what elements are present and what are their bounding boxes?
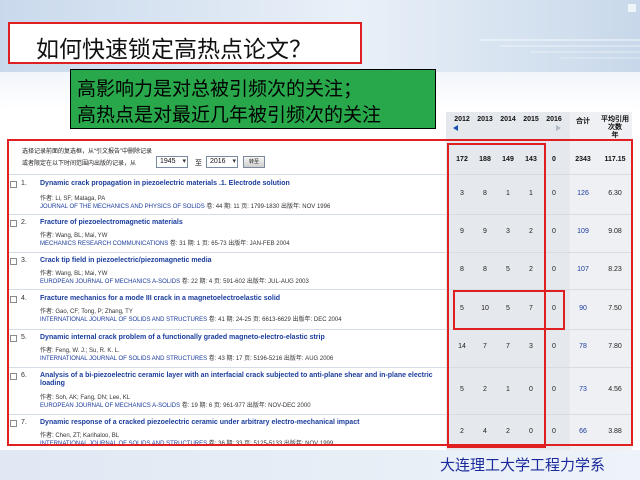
year-header: 2015 [523, 116, 539, 123]
note-line-2: 高热点是对最近几年被引频次的关注 [77, 104, 382, 126]
total-header: 合计 [576, 118, 590, 125]
average-header-line: 次数 [608, 124, 622, 131]
year-header: 2012 [454, 116, 470, 123]
average-header-line: 平均引用 [601, 116, 629, 123]
footer-department: 大连理工大学工程力学系 [440, 456, 606, 474]
year-header: 2013 [477, 116, 493, 123]
note-line-1: 高影响力是对总被引频次的关注； [77, 78, 363, 100]
hot-paper-highlight-frame [453, 290, 565, 330]
decorative-lines [480, 4, 640, 59]
average-header: 平均引用 次数 年 [598, 116, 632, 140]
year-header: 2014 [500, 116, 516, 123]
next-years-arrow-icon[interactable] [556, 125, 561, 131]
slide-title: 如何快速锁定高热点论文？ [36, 37, 312, 63]
note-box: 高影响力是对总被引频次的关注； 高热点是对最近几年被引频次的关注 [70, 69, 436, 129]
year-header: 2016 [546, 116, 562, 123]
previous-years-arrow-icon[interactable] [453, 125, 458, 131]
slide-title-box: 如何快速锁定高热点论文？ [8, 22, 362, 64]
